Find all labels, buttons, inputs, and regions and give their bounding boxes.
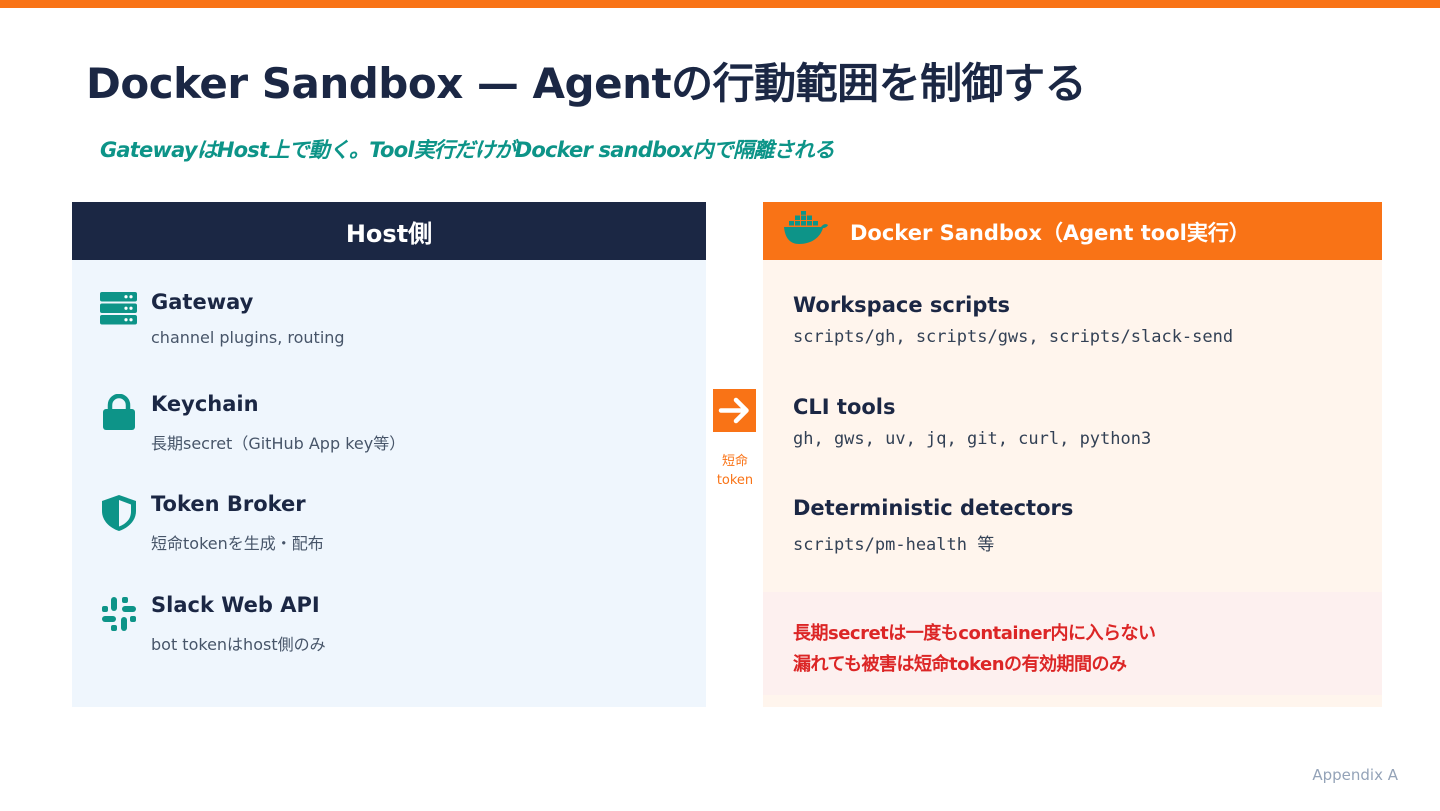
warning-line: 長期secretは一度もcontainer内に入らない: [793, 623, 1156, 644]
shield-icon: [102, 495, 136, 531]
host-panel: Host側 Gateway channel plugins, routing K…: [72, 202, 706, 707]
docker-panel: Docker Sandbox（Agent tool実行） Workspace s…: [763, 202, 1382, 707]
docker-item-name: CLI tools: [793, 395, 896, 419]
host-item-desc: bot tokenはhost側のみ: [151, 635, 326, 654]
slide-subtitle: GatewayはHost上で動く。Tool実行だけがDocker sandbox…: [100, 138, 835, 162]
host-item-slack-api: Slack Web API bot tokenはhost側のみ: [72, 593, 706, 675]
host-item-desc: channel plugins, routing: [151, 328, 345, 347]
flow-arrow-label-line: 短命: [721, 454, 748, 469]
docker-item-detectors: Deterministic detectors scripts/pm-healt…: [793, 496, 1373, 555]
host-item-keychain: Keychain 長期secret（GitHub App key等）: [72, 392, 706, 474]
slack-icon: [102, 597, 136, 631]
host-item-desc: 長期secret（GitHub App key等）: [151, 434, 406, 453]
flow-arrow: [713, 389, 756, 432]
docker-panel-header: Docker Sandbox（Agent tool実行）: [763, 202, 1382, 260]
host-item-gateway: Gateway channel plugins, routing: [72, 290, 706, 372]
docker-item-name: Deterministic detectors: [793, 496, 1074, 520]
slide-title: Docker Sandbox — Agentの行動範囲を制御する: [86, 59, 1087, 108]
host-item-desc: 短命tokenを生成・配布: [151, 534, 324, 553]
docker-item-code: scripts/gh, scripts/gws, scripts/slack-s…: [793, 327, 1234, 347]
page-footer: Appendix A: [1312, 766, 1398, 784]
docker-item-name: Workspace scripts: [793, 293, 1010, 317]
server-stack-icon: [100, 292, 137, 325]
host-item-name: Keychain: [151, 392, 259, 416]
host-panel-header: Host側: [72, 202, 706, 260]
flow-arrow-label-line: token: [716, 473, 754, 488]
docker-panel-title: Docker Sandbox（Agent tool実行）: [850, 221, 1250, 245]
docker-whale-icon: [784, 211, 828, 244]
warning-box: 長期secretは一度もcontainer内に入らない 漏れても被害は短命tok…: [763, 592, 1382, 695]
host-item-name: Token Broker: [151, 492, 306, 516]
warning-line: 漏れても被害は短命tokenの有効期間のみ: [793, 654, 1127, 675]
docker-item-cli-tools: CLI tools gh, gws, uv, jq, git, curl, py…: [793, 395, 1373, 449]
flow-arrow-label: 短命 token: [706, 452, 764, 490]
host-item-name: Slack Web API: [151, 593, 320, 617]
docker-item-code: scripts/pm-health 等: [793, 535, 995, 555]
lock-icon: [103, 394, 135, 430]
host-item-name: Gateway: [151, 290, 254, 314]
host-item-token-broker: Token Broker 短命tokenを生成・配布: [72, 492, 706, 574]
docker-item-workspace-scripts: Workspace scripts scripts/gh, scripts/gw…: [793, 293, 1373, 347]
arrow-right-icon: [718, 397, 749, 424]
top-accent-bar: [0, 0, 1440, 8]
docker-item-code: gh, gws, uv, jq, git, curl, python3: [793, 429, 1152, 449]
